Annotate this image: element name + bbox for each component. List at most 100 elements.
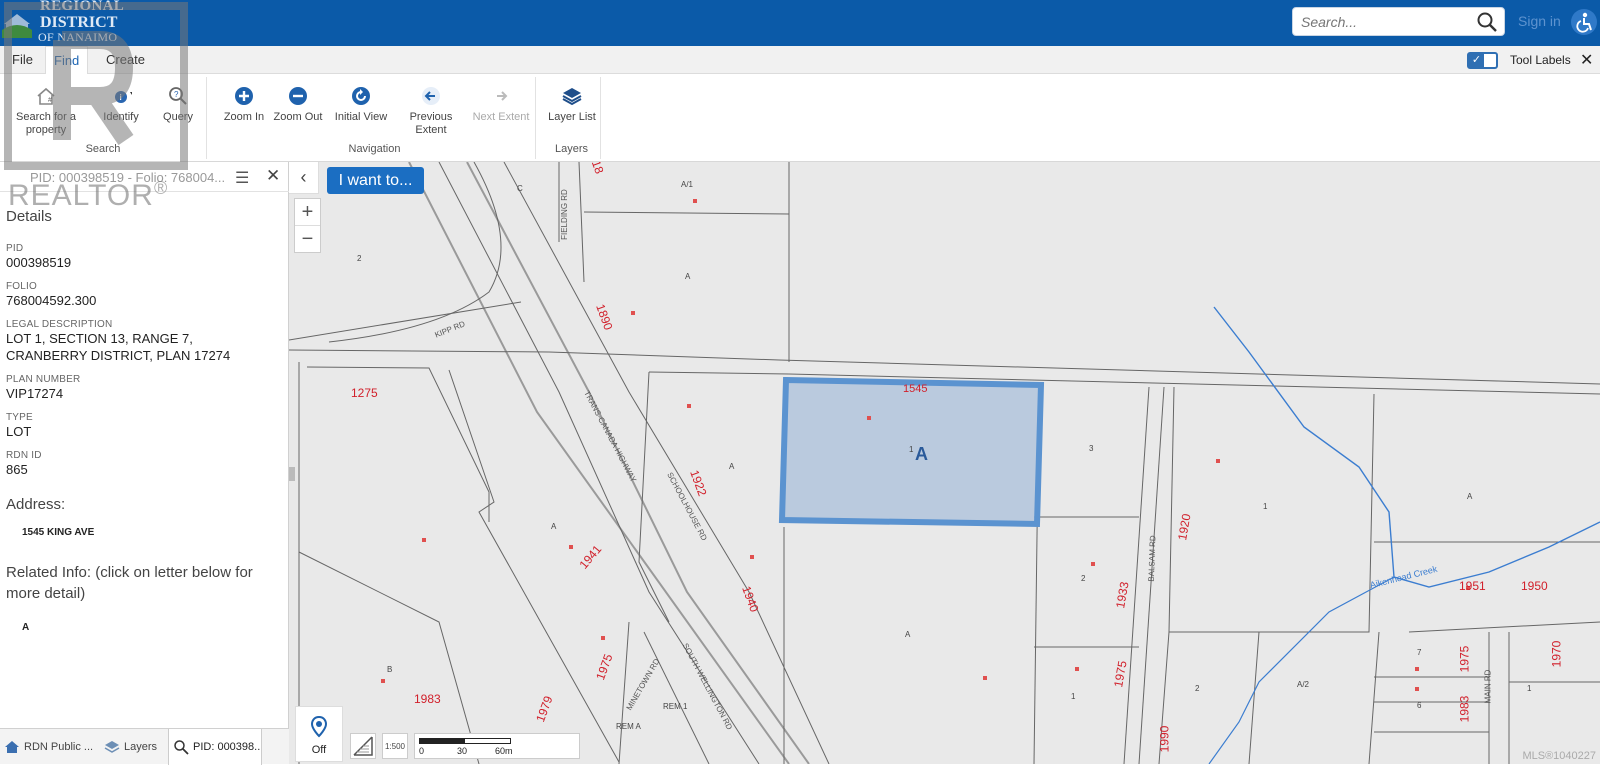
lot-letter: REM 1: [663, 702, 688, 711]
lot-letter: A: [729, 462, 735, 471]
toolbar-ribbon: # Search for a property i Identify ? Que…: [0, 74, 1600, 162]
identify-button[interactable]: i Identify: [98, 85, 144, 124]
gps-button[interactable]: Off: [295, 706, 343, 762]
lot-letter: A/2: [1297, 680, 1310, 689]
query-button[interactable]: ? Query: [160, 85, 196, 124]
zoom-in-icon: [235, 87, 253, 105]
magnifier-icon: ?: [169, 87, 187, 105]
query-label: Query: [163, 111, 193, 123]
details-heading: Details: [6, 208, 52, 225]
lot-letter: A: [1467, 492, 1473, 501]
house-logo-icon: [2, 14, 32, 38]
field-folio: FOLIO 768004592.300: [6, 281, 276, 309]
search-property-button[interactable]: # Search for a property: [16, 85, 76, 137]
field-label: LEGAL DESCRIPTION: [6, 319, 113, 330]
search-box: [1292, 7, 1505, 36]
field-label: PLAN NUMBER: [6, 374, 81, 385]
measure-tool-button[interactable]: [350, 733, 376, 759]
field-label: RDN ID: [6, 450, 42, 461]
tool-labels-label: Tool Labels: [1510, 53, 1571, 67]
accessibility-icon[interactable]: [1571, 9, 1597, 35]
zoom-out-button[interactable]: Zoom Out: [272, 85, 324, 124]
lot-letter: A: [551, 522, 557, 531]
bottom-tabs: RDN Public ... Layers PID: 000398...: [0, 728, 289, 765]
scale-tick-30: 30: [457, 746, 468, 756]
tab-find[interactable]: Find: [45, 46, 89, 75]
scale-tick-0: 0: [419, 746, 425, 756]
sign-in-link[interactable]: Sign in: [1518, 13, 1561, 29]
field-value: VIP17274: [6, 386, 64, 401]
scale-tick-60m: 60m: [495, 746, 513, 756]
civic-number: 1990: [1157, 725, 1172, 753]
next-extent-button[interactable]: Next Extent: [472, 85, 530, 124]
details-search-icon: [174, 740, 189, 755]
road-label: BALSAM RD: [1146, 535, 1158, 582]
scale-button[interactable]: 1:500: [382, 733, 408, 759]
lot-letter: 1: [1263, 502, 1268, 511]
lot-letter: 7: [1417, 648, 1422, 657]
layer-list-button[interactable]: Layer List: [547, 85, 597, 124]
search-icon[interactable]: [1476, 11, 1498, 33]
address-value: 1545 KING AVE: [22, 527, 95, 538]
related-info-link[interactable]: A: [22, 622, 276, 633]
civic-number: 1983: [414, 692, 441, 706]
parcel-map[interactable]: [289, 162, 1600, 764]
lot-letter: 1: [909, 445, 914, 454]
logo-line-1: REGIONAL: [40, 0, 125, 14]
tab-pid-details[interactable]: PID: 000398...: [168, 729, 262, 765]
close-icon[interactable]: ✕: [1580, 50, 1593, 70]
lot-letter: C: [517, 184, 523, 193]
tab-layers[interactable]: Layers: [104, 729, 166, 765]
menu-icon[interactable]: ☰: [235, 168, 249, 188]
map-zoom-in-button[interactable]: +: [295, 199, 320, 226]
panel-close-icon[interactable]: ✕: [266, 166, 280, 186]
layers-group-label: Layers: [554, 143, 589, 155]
scale-bar: 0 30 60m: [414, 733, 580, 759]
field-value: 865: [6, 462, 28, 477]
map-zoom-out-button[interactable]: −: [295, 226, 320, 253]
svg-text:i: i: [120, 93, 122, 102]
lot-letter: 2: [1195, 684, 1200, 693]
panel-resize-handle[interactable]: [289, 467, 295, 481]
previous-extent-button[interactable]: Previous Extent: [396, 85, 466, 137]
initial-view-button[interactable]: Initial View: [332, 85, 390, 124]
i-want-to-button[interactable]: I want to...: [327, 167, 424, 194]
field-label: FOLIO: [6, 281, 38, 292]
rdn-logo[interactable]: REGIONAL DISTRICT OF NANAIMO: [0, 0, 124, 46]
collapse-panel-button[interactable]: ‹: [289, 162, 319, 194]
tab-create[interactable]: Create: [98, 46, 153, 74]
layers-icon: [562, 88, 582, 106]
civic-number: 1545: [903, 383, 928, 395]
lot-letter: A: [685, 272, 691, 281]
identify-icon: i: [115, 91, 132, 103]
tab-label: RDN Public ...: [24, 741, 94, 753]
identify-label: Identify: [103, 111, 139, 123]
navigation-group-label: Navigation: [348, 143, 401, 155]
field-value: LOT: [6, 424, 32, 439]
zoom-in-button[interactable]: Zoom In: [222, 85, 266, 124]
lot-letter: A: [905, 630, 911, 639]
check-icon: ✓: [1469, 54, 1484, 67]
gps-label: Off: [311, 744, 327, 756]
lot-letter: 6: [1417, 701, 1422, 710]
tool-labels-toggle[interactable]: ✓: [1467, 52, 1498, 69]
field-plan-number: PLAN NUMBER VIP17274: [6, 374, 276, 402]
next-extent-label: Next Extent: [472, 111, 530, 123]
svg-text:#: #: [48, 97, 52, 104]
lot-letter: REM A: [616, 722, 641, 731]
lot-letter: B: [387, 665, 393, 674]
field-label: PID: [6, 243, 24, 254]
lot-letter: 3: [1089, 444, 1094, 453]
svg-text:?: ?: [174, 90, 179, 99]
map-view[interactable]: A Aikenhead Creek KIPP RD FIELDING RD TR…: [289, 162, 1600, 764]
location-pin-icon: [310, 715, 328, 738]
house-icon: [5, 741, 19, 754]
navigation-group: Zoom In Zoom Out Initial View Previous E…: [214, 77, 536, 159]
field-value: 000398519: [6, 255, 72, 270]
civic-number: 1950: [1521, 579, 1548, 593]
tab-rdn-public[interactable]: RDN Public ...: [4, 729, 96, 765]
tab-file[interactable]: File: [4, 46, 41, 74]
search-input[interactable]: [1301, 13, 1471, 31]
back-arrow-icon: [422, 87, 440, 105]
search-property-label: Search for a property: [16, 111, 76, 136]
